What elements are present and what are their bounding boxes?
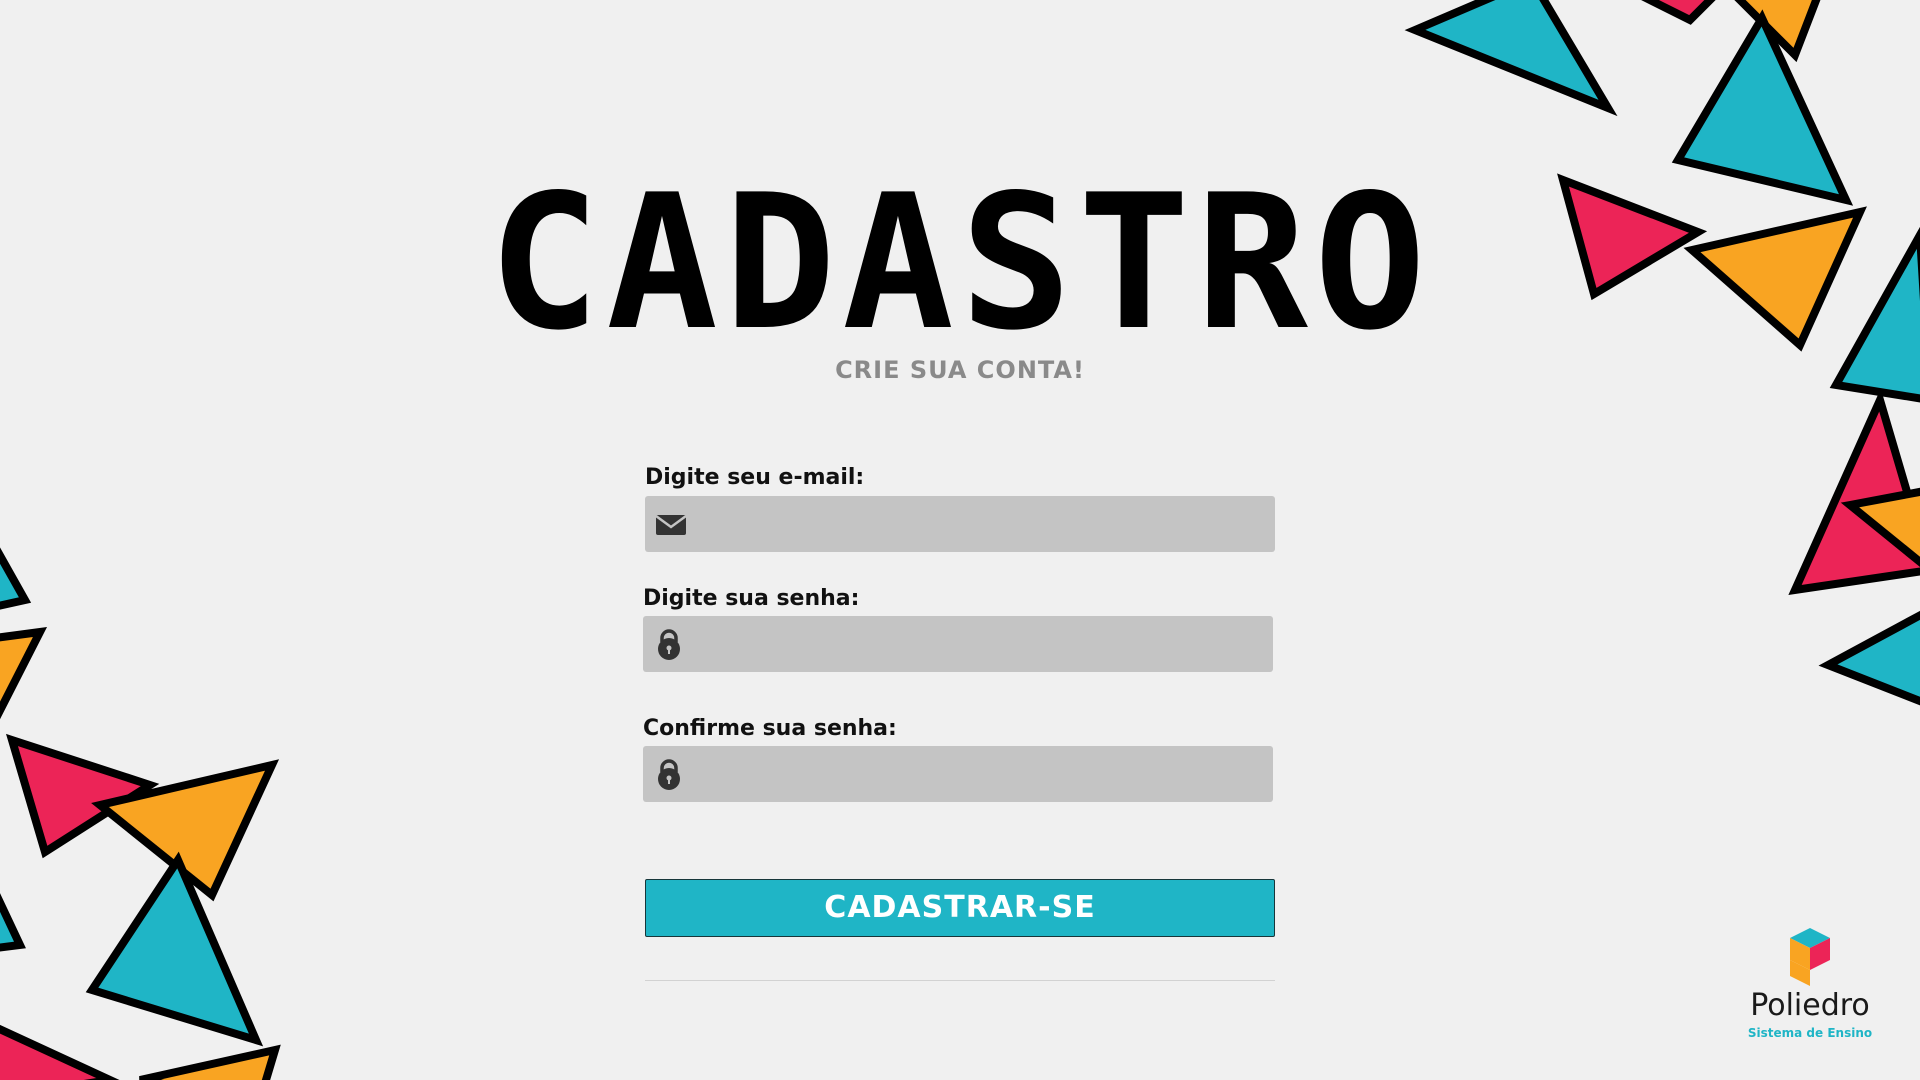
register-button[interactable]: CADASTRAR-SE [645,879,1275,937]
triangle-decoration [139,1044,281,1080]
triangle-decoration [85,851,264,1047]
confirm-password-field[interactable] [643,746,1273,804]
triangle-decoration [1641,0,1716,25]
page-title: CADASTRO [488,154,1432,371]
email-input[interactable] [701,496,1265,554]
confirm-password-label: Confirme sua senha: [643,716,897,741]
page-subtitle: CRIE SUA CONTA! [835,356,1085,384]
email-label: Digite seu e-mail: [645,465,865,490]
password-input[interactable] [699,616,1263,674]
cube-icon [1790,928,1830,986]
password-field[interactable] [643,616,1273,674]
triangle-decoration [0,627,48,720]
lock-icon [658,759,680,790]
poliedro-logo: Poliedro Sistema de Ensino [1740,928,1880,1040]
password-label: Digite sua senha: [643,586,860,611]
triangle-decoration [0,1024,120,1080]
triangle-decoration [1404,0,1618,117]
lock-icon [658,629,680,660]
email-field[interactable] [645,496,1275,554]
envelope-icon [655,514,687,535]
divider [645,980,1275,981]
logo-name: Poliedro [1750,988,1870,1023]
triangle-decoration [0,893,26,952]
triangle-decoration [1818,610,1920,706]
triangle-decoration [0,547,32,610]
confirm-password-input[interactable] [699,746,1263,804]
logo-tagline: Sistema de Ensino [1747,1026,1873,1040]
